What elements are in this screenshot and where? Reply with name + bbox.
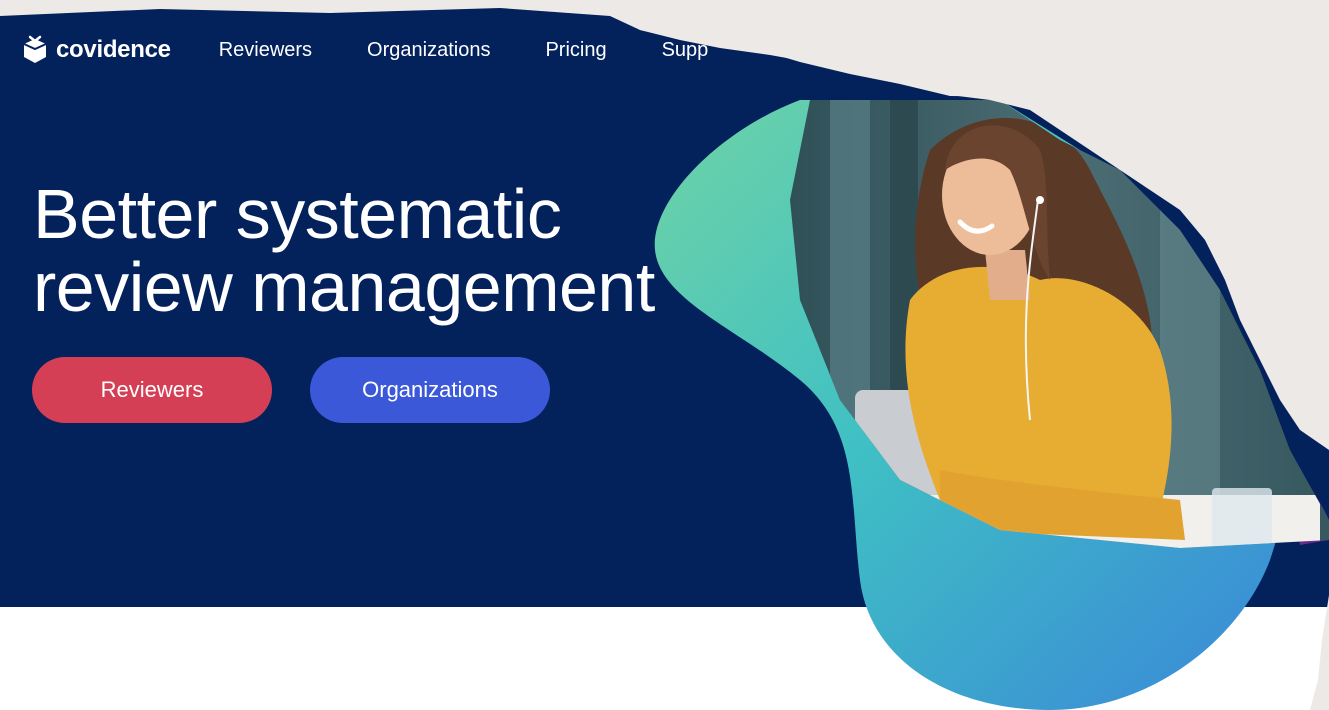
covidence-homepage: covidence Reviewers Organizations Pricin… (0, 0, 1329, 710)
nav-link-organizations[interactable]: Organizations (367, 39, 490, 62)
reviewers-button[interactable]: Reviewers (32, 357, 272, 423)
brand-logo[interactable]: covidence (22, 35, 171, 65)
box-logo-icon (23, 35, 47, 63)
top-navigation: covidence Reviewers Organizations Pricin… (22, 30, 763, 70)
brand-name: covidence (56, 36, 171, 63)
hero-headline: Better systematic review management (33, 178, 753, 324)
nav-link-reviewers[interactable]: Reviewers (219, 39, 312, 62)
organizations-button[interactable]: Organizations (310, 357, 550, 423)
hero-artwork (654, 100, 1329, 710)
nav-link-pricing[interactable]: Pricing (545, 39, 606, 62)
headline-line-2: review management (33, 248, 655, 326)
nav-link-support[interactable]: Supp (662, 39, 709, 62)
headline-line-1: Better systematic (33, 175, 562, 253)
